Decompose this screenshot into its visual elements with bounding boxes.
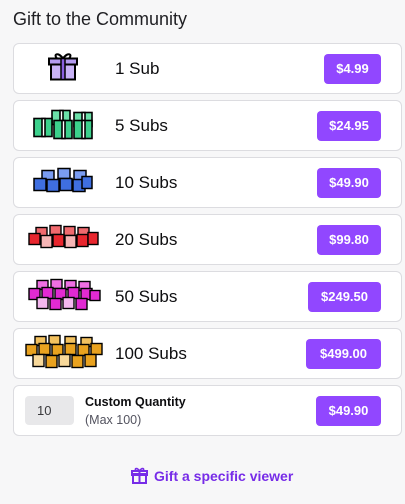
price-button-1-sub[interactable]: $4.99 [324, 53, 381, 84]
gift-option-20-subs[interactable]: 20 Subs $99.80 [13, 214, 402, 265]
custom-price-button[interactable]: $49.90 [316, 395, 381, 426]
gift-icon [131, 467, 148, 484]
option-label: 1 Sub [115, 58, 160, 78]
custom-quantity-max: (Max 100) [85, 413, 142, 427]
gift-option-100-subs[interactable]: 100 Subs $499.00 [13, 328, 402, 379]
option-label: 10 Subs [115, 172, 178, 192]
option-label: 50 Subs [115, 286, 178, 306]
custom-quantity-input[interactable] [25, 396, 74, 425]
page-title: Gift to the Community [13, 9, 188, 29]
option-label: 20 Subs [115, 229, 178, 249]
price-button-50-subs[interactable]: $249.50 [308, 281, 381, 312]
gift-boxes-gold-icon [25, 334, 103, 373]
gift-option-10-subs[interactable]: 10 Subs $49.90 [13, 157, 402, 208]
price-button-100-subs[interactable]: $499.00 [306, 338, 381, 369]
gift-boxes-green-icon [30, 106, 96, 145]
custom-quantity-card: Custom Quantity (Max 100) $49.90 [13, 385, 402, 436]
custom-quantity-title: Custom Quantity [85, 395, 186, 409]
price-button-20-subs[interactable]: $99.80 [317, 224, 381, 255]
gift-specific-viewer-label: Gift a specific viewer [154, 467, 294, 484]
gift-option-1-sub[interactable]: 1 Sub $4.99 [13, 43, 402, 94]
option-label: 100 Subs [115, 343, 187, 363]
option-label: 5 Subs [115, 115, 168, 135]
gift-specific-viewer-link[interactable]: Gift a specific viewer [131, 467, 293, 484]
price-button-10-subs[interactable]: $49.90 [317, 167, 381, 198]
gift-box-purple-icon [48, 51, 78, 86]
gift-boxes-magenta-icon [27, 278, 101, 315]
gift-option-50-subs[interactable]: 50 Subs $249.50 [13, 271, 402, 322]
gift-option-5-subs[interactable]: 5 Subs $24.95 [13, 100, 402, 151]
gift-boxes-blue-icon [32, 166, 94, 199]
price-button-5-subs[interactable]: $24.95 [317, 110, 381, 141]
gift-boxes-red-icon [28, 223, 100, 256]
